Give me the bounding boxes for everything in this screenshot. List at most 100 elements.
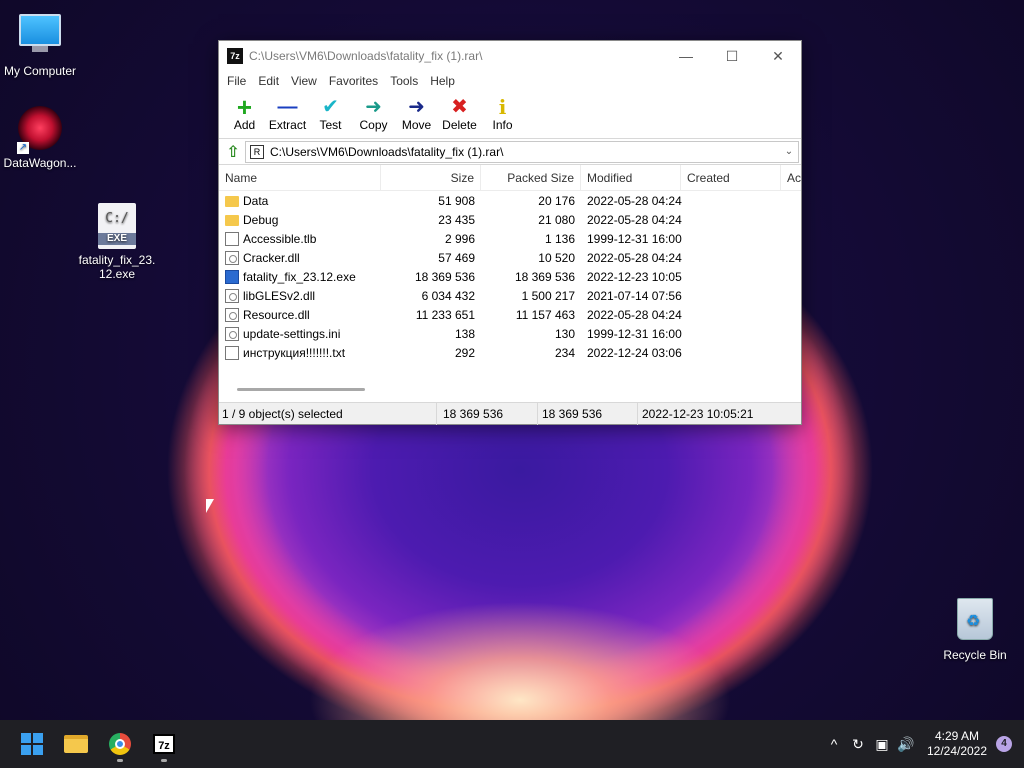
taskbar-file-explorer[interactable] [54, 724, 98, 764]
toolbar: + Add — Extract ✔ Test ➜ Copy ➜ Move ✖ D… [219, 91, 801, 139]
delete-icon: ✖ [451, 96, 468, 118]
taskbar-7zip[interactable]: 7z [142, 724, 186, 764]
status-selection: 1 / 9 object(s) selected [219, 402, 437, 425]
sync-icon[interactable]: ↻ [846, 736, 870, 753]
column-header-modified[interactable]: Modified [581, 165, 681, 191]
menu-help[interactable]: Help [424, 74, 461, 88]
file-row[interactable]: update-settings.ini 138 130 1999-12-31 1… [219, 324, 801, 343]
copy-button[interactable]: ➜ Copy [352, 91, 395, 132]
chevron-up-icon[interactable]: ^ [822, 736, 846, 752]
file-row[interactable]: Resource.dll 11 233 651 11 157 463 2022-… [219, 305, 801, 324]
status-bar: 1 / 9 object(s) selected 18 369 536 18 3… [219, 402, 801, 425]
menu-view[interactable]: View [285, 74, 323, 88]
clock[interactable]: 4:29 AM 12/24/2022 [922, 729, 992, 759]
recycle-bin-icon: ♻ [952, 598, 998, 644]
monitor-icon [17, 14, 63, 60]
mouse-cursor-icon [206, 499, 214, 513]
archive-window: 7z C:\Users\VM6\Downloads\fatality_fix (… [218, 40, 802, 425]
test-button[interactable]: ✔ Test [309, 91, 352, 132]
address-field[interactable]: R C:\Users\VM6\Downloads\fatality_fix (1… [245, 140, 799, 163]
file-row[interactable]: Debug 23 435 21 080 2022-05-28 04:24 [219, 210, 801, 229]
settings-file-icon [225, 326, 239, 341]
file-row[interactable]: libGLESv2.dll 6 034 432 1 500 217 2021-0… [219, 286, 801, 305]
file-row[interactable]: инструкция!!!!!!!.txt 292 234 2022-12-24… [219, 343, 801, 362]
file-row[interactable]: Data 51 908 20 176 2022-05-28 04:24 [219, 191, 801, 210]
taskbar: 7z ^ ↻ ▣ 🔊 4:29 AM 12/24/2022 4 [0, 720, 1024, 768]
desktop-icon-label: Recycle Bin [943, 648, 1007, 662]
info-button[interactable]: i Info [481, 91, 524, 132]
title-bar[interactable]: 7z C:\Users\VM6\Downloads\fatality_fix (… [219, 41, 801, 71]
folder-icon [225, 215, 239, 226]
extract-button[interactable]: — Extract [266, 91, 309, 132]
menu-bar: File Edit View Favorites Tools Help [219, 71, 801, 91]
notification-badge[interactable]: 4 [996, 736, 1012, 752]
dll-file-icon [225, 250, 239, 265]
archive-icon: R [250, 144, 264, 159]
status-packed-size: 18 369 536 [538, 402, 638, 425]
close-button[interactable]: ✕ [755, 41, 801, 71]
add-icon: + [236, 92, 253, 122]
window-title: C:\Users\VM6\Downloads\fatality_fix (1).… [249, 49, 483, 63]
7zip-app-icon: 7z [227, 48, 243, 64]
dll-file-icon [225, 307, 239, 322]
dll-file-icon [225, 288, 239, 303]
desktop-icon-label: My Computer [3, 64, 77, 78]
column-header-created[interactable]: Created [681, 165, 781, 191]
desktop-icon-fatality-exe[interactable]: C:/ EXE fatality_fix_23.12.exe [77, 203, 157, 281]
column-header-size[interactable]: Size [381, 165, 481, 191]
minimize-button[interactable]: — [663, 41, 709, 71]
desktop-icon-datawagon[interactable]: ↗ DataWagon... [0, 106, 80, 170]
up-folder-button[interactable]: ⇧ [221, 141, 245, 163]
folder-icon [225, 196, 239, 207]
delete-button[interactable]: ✖ Delete [438, 91, 481, 132]
desktop-icon-label: fatality_fix_23.12.exe [78, 253, 156, 281]
file-row[interactable]: Accessible.tlb 2 996 1 136 1999-12-31 16… [219, 229, 801, 248]
chevron-down-icon[interactable]: ⌄ [780, 146, 798, 157]
test-icon: ✔ [322, 96, 339, 118]
scrollbar-thumb[interactable] [237, 388, 365, 391]
file-row[interactable]: fatality_fix_23.12.exe 18 369 536 18 369… [219, 267, 801, 286]
status-size: 18 369 536 [437, 402, 538, 425]
info-icon: i [498, 95, 507, 119]
menu-favorites[interactable]: Favorites [323, 74, 384, 88]
shortcut-arrow-icon: ↗ [17, 142, 29, 154]
maximize-button[interactable]: ☐ [709, 41, 755, 71]
clock-time: 4:29 AM [934, 729, 980, 743]
up-arrow-icon: ⇧ [226, 143, 240, 161]
clock-date: 12/24/2022 [926, 744, 988, 758]
exe-file-icon: C:/ EXE [94, 203, 140, 249]
file-icon [225, 231, 239, 246]
address-text: C:\Users\VM6\Downloads\fatality_fix (1).… [270, 144, 504, 159]
datawagon-icon: ↗ [17, 106, 63, 154]
windows-start-icon [21, 733, 43, 755]
start-button[interactable] [10, 724, 54, 764]
folder-icon [64, 735, 88, 753]
add-button[interactable]: + Add [223, 91, 266, 132]
menu-edit[interactable]: Edit [252, 74, 285, 88]
column-header-accessed[interactable]: Ac [781, 165, 801, 191]
column-header-name[interactable]: Name [219, 165, 381, 191]
system-tray: ^ ↻ ▣ 🔊 4:29 AM 12/24/2022 4 [822, 720, 1024, 768]
desktop-icon-my-computer[interactable]: My Computer [0, 8, 80, 78]
desktop-icon-label: DataWagon... [3, 156, 77, 170]
copy-icon: ➜ [365, 96, 382, 118]
menu-file[interactable]: File [221, 74, 252, 88]
column-header-packed-size[interactable]: Packed Size [481, 165, 581, 191]
7zip-icon: 7z [153, 734, 175, 754]
network-icon[interactable]: ▣ [870, 736, 894, 753]
file-row[interactable]: Cracker.dll 57 469 10 520 2022-05-28 04:… [219, 248, 801, 267]
file-list: Name Size Packed Size Modified Created A… [219, 165, 801, 397]
taskbar-chrome[interactable] [98, 724, 142, 764]
horizontal-scrollbar[interactable] [219, 383, 801, 397]
status-modified: 2022-12-23 10:05:21 [642, 406, 754, 421]
volume-icon[interactable]: 🔊 [894, 736, 918, 753]
extract-icon: — [277, 96, 298, 118]
menu-tools[interactable]: Tools [384, 74, 424, 88]
address-bar: ⇧ R C:\Users\VM6\Downloads\fatality_fix … [219, 139, 801, 165]
text-file-icon [225, 345, 239, 360]
move-button[interactable]: ➜ Move [395, 91, 438, 132]
move-icon: ➜ [408, 96, 425, 118]
desktop-icon-recycle-bin[interactable]: ♻ Recycle Bin [935, 598, 1015, 662]
exe-file-icon [225, 269, 239, 284]
list-header: Name Size Packed Size Modified Created A… [219, 165, 801, 191]
